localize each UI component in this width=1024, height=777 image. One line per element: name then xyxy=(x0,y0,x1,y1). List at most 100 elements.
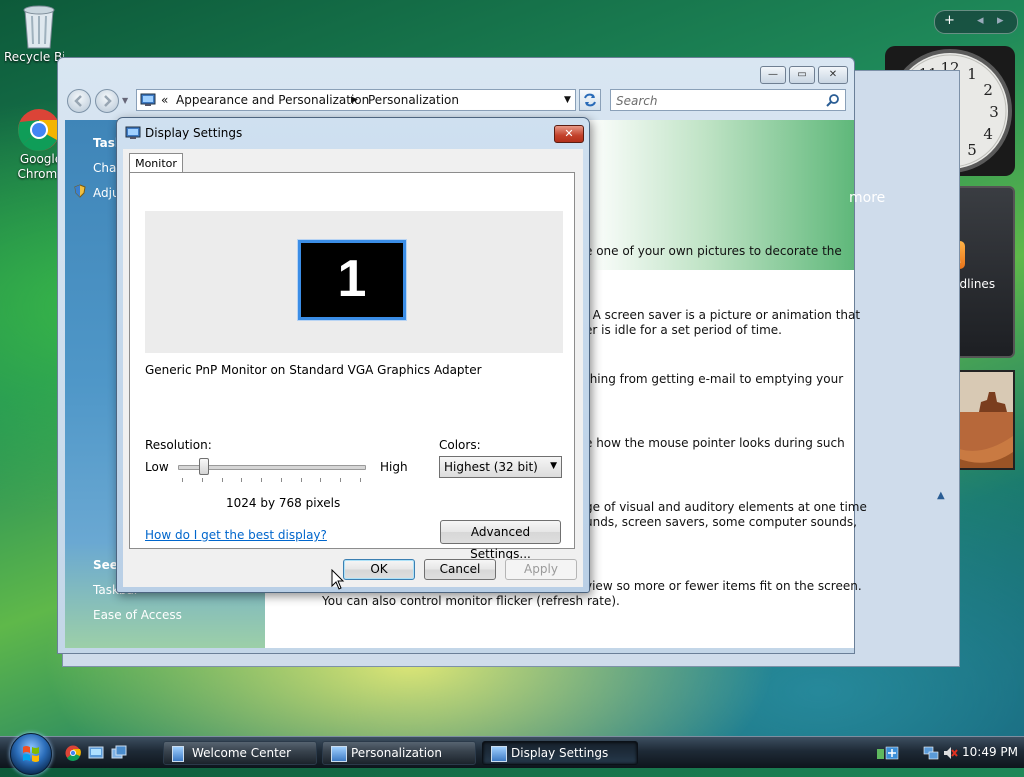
address-chevron[interactable]: « xyxy=(161,93,168,107)
display-settings-desc-2: You can also control monitor flicker (re… xyxy=(322,594,620,608)
slider-tick xyxy=(241,478,243,482)
recycle-bin-icon xyxy=(23,5,55,49)
chrome-icon xyxy=(18,109,60,151)
resolution-label: Resolution: xyxy=(145,438,212,452)
sidebar-next-button[interactable]: ▸ xyxy=(997,13,1004,28)
forward-arrow-icon xyxy=(104,95,112,107)
shield-icon xyxy=(74,184,86,198)
close-icon: ✕ xyxy=(564,127,574,140)
slider-tick xyxy=(340,478,342,482)
switch-windows-icon[interactable] xyxy=(111,745,127,761)
screen-saver-desc-2: er is idle for a set period of time. xyxy=(585,323,782,337)
display-settings-desc-1: view so more or fewer items fit on the s… xyxy=(585,579,862,593)
notification-area: 10:49 PM xyxy=(868,740,1024,766)
display-settings-icon xyxy=(491,746,507,762)
quicklaunch-chrome-icon[interactable] xyxy=(65,745,81,761)
close-button[interactable]: ✕ xyxy=(818,66,848,84)
maximize-button[interactable]: ▭ xyxy=(789,66,815,84)
breadcrumb-appearance[interactable]: Appearance and Personalization xyxy=(176,93,369,107)
cancel-button[interactable]: Cancel xyxy=(424,559,496,580)
sidebar-prev-button[interactable]: ◂ xyxy=(977,13,984,28)
control-panel-icon xyxy=(140,93,156,106)
slider-tick xyxy=(360,478,361,482)
minimize-button[interactable]: — xyxy=(760,66,786,84)
clock-number: 2 xyxy=(983,81,993,99)
search-placeholder: Search xyxy=(616,94,658,108)
slider-tick xyxy=(261,478,263,482)
slider-tick xyxy=(221,478,223,482)
banner-text-more: more xyxy=(849,190,886,206)
sounds-desc: thing from getting e-mail to emptying yo… xyxy=(585,372,844,386)
resolution-low-label: Low xyxy=(145,460,169,474)
forward-button[interactable] xyxy=(95,89,119,113)
display-settings-dialog: Display Settings ✕ Monitor 1 Generic PnP… xyxy=(116,117,590,593)
dialog-title: Display Settings xyxy=(145,126,243,140)
resolution-slider-thumb[interactable] xyxy=(199,458,210,475)
recent-pages-dropdown[interactable]: ▼ xyxy=(122,96,128,105)
address-bar[interactable]: « Appearance and Personalization ▶ Perso… xyxy=(136,89,576,111)
slider-tick xyxy=(201,478,203,482)
taskbar-item-label: Welcome Center xyxy=(192,746,292,760)
ok-button[interactable]: OK xyxy=(343,559,415,580)
best-display-help-link[interactable]: How do I get the best display? xyxy=(145,528,327,542)
refresh-icon xyxy=(584,93,596,107)
taskbar-item-display-settings[interactable]: Display Settings xyxy=(482,741,638,765)
breadcrumb-separator-icon: ▶ xyxy=(351,95,358,105)
advanced-settings-button[interactable]: Advanced Settings... xyxy=(440,520,561,561)
breadcrumb-personalization[interactable]: Personalization xyxy=(368,93,459,107)
see-also-ease-of-access[interactable]: Ease of Access xyxy=(93,608,182,622)
add-gadget-button[interactable]: + xyxy=(944,13,955,28)
monitor-1-icon[interactable]: 1 xyxy=(297,239,407,321)
welcome-center-icon xyxy=(172,746,184,762)
monitor-preview-area: 1 xyxy=(145,211,563,353)
clock-number: 3 xyxy=(989,103,999,121)
sidebar-controls: + ◂ ▸ xyxy=(934,10,1018,34)
resolution-value: 1024 by 768 pixels xyxy=(226,496,341,510)
theme-desc-1: ge of visual and auditory elements at on… xyxy=(585,500,867,514)
slider-tick xyxy=(300,478,302,482)
search-icon[interactable] xyxy=(826,93,840,107)
clock-number: 1 xyxy=(967,65,977,83)
screen-saver-desc-1: . A screen saver is a picture or animati… xyxy=(585,308,861,322)
colors-select[interactable]: Highest (32 bit) ▼ xyxy=(439,456,562,478)
address-dropdown-icon[interactable]: ▼ xyxy=(564,95,571,105)
back-arrow-icon xyxy=(74,95,82,107)
control-panel-icon xyxy=(331,746,347,762)
colors-label: Colors: xyxy=(439,438,481,452)
slider-tick xyxy=(320,478,322,482)
back-button[interactable] xyxy=(67,89,91,113)
resolution-high-label: High xyxy=(380,460,408,474)
tray-network-icon[interactable] xyxy=(923,745,939,761)
theme-desc-2: unds, screen savers, some computer sound… xyxy=(585,515,857,529)
apply-button[interactable]: Apply xyxy=(505,559,577,580)
mouse-pointer-icon xyxy=(331,569,345,590)
clock-number: 5 xyxy=(967,141,977,159)
tray-clock[interactable]: 10:49 PM xyxy=(962,745,1018,759)
taskbar: Welcome Center Personalization Display S… xyxy=(0,733,1024,775)
slider-tick xyxy=(182,478,183,482)
show-desktop-icon[interactable] xyxy=(88,745,104,761)
refresh-button[interactable] xyxy=(579,89,601,111)
dialog-close-button[interactable]: ✕ xyxy=(554,125,584,143)
taskbar-item-label: Display Settings xyxy=(511,746,609,760)
clock-number: 4 xyxy=(983,125,993,143)
desktop-icon-recycle-bin[interactable]: Recycle Bin xyxy=(4,2,74,65)
mouse-pointers-desc: e how the mouse pointer looks during suc… xyxy=(585,436,845,450)
display-settings-icon xyxy=(125,126,141,139)
monitor-name: Generic PnP Monitor on Standard VGA Grap… xyxy=(145,363,482,377)
monitor-tab-page: 1 Generic PnP Monitor on Standard VGA Gr… xyxy=(129,172,575,561)
start-button[interactable] xyxy=(10,733,52,775)
desktop-icon-label: Recycle Bin xyxy=(4,50,64,64)
taskbar-item-personalization[interactable]: Personalization xyxy=(322,741,476,765)
collapse-icon[interactable]: ▲ xyxy=(937,490,945,501)
taskbar-item-label: Personalization xyxy=(351,746,442,760)
taskbar-item-welcome-center[interactable]: Welcome Center xyxy=(163,741,317,765)
windows-logo-icon xyxy=(23,746,39,762)
chevron-down-icon: ▼ xyxy=(550,461,557,471)
tab-monitor[interactable]: Monitor xyxy=(129,153,183,174)
dialog-body: Monitor 1 Generic PnP Monitor on Standar… xyxy=(123,149,583,587)
tray-security-icon[interactable] xyxy=(876,745,906,761)
tray-volume-muted-icon[interactable] xyxy=(942,745,958,761)
search-input[interactable]: Search xyxy=(610,89,846,111)
slider-tick xyxy=(280,478,282,482)
